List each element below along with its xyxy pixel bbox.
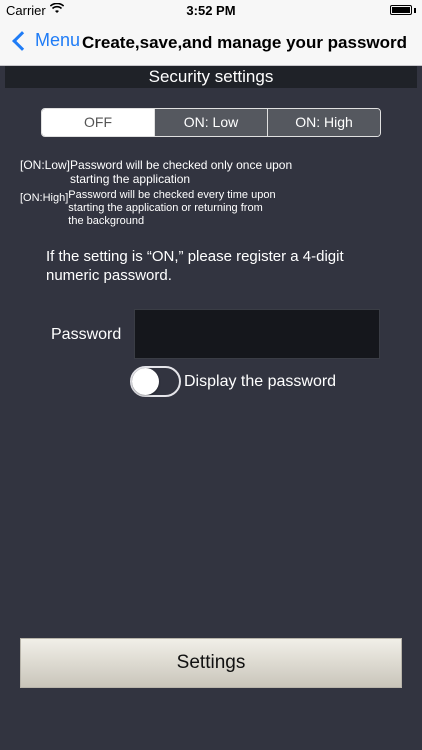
description-low-tag: [ON:Low] (20, 158, 71, 172)
description-low-text: Password will be checked only once upon … (70, 158, 292, 186)
description-on-low: [ON:Low] Password will be checked only o… (20, 158, 292, 186)
description-high-line1: Password will be checked every time upon (68, 189, 276, 201)
segment-on-high[interactable]: ON: High (267, 109, 380, 136)
chevron-left-icon (12, 30, 32, 51)
password-label: Password (51, 326, 122, 343)
settings-button[interactable]: Settings (20, 638, 402, 688)
description-low-line1: Password will be checked only once upon (70, 158, 293, 172)
segment-off[interactable]: OFF (42, 109, 154, 136)
display-password-toggle[interactable] (130, 366, 181, 397)
description-low-line2: starting the application (70, 172, 191, 186)
back-button[interactable]: Menu (10, 30, 80, 51)
password-input[interactable] (134, 309, 380, 359)
back-button-label: Menu (35, 30, 81, 50)
description-high-line3: the background (68, 215, 145, 227)
info-text: If the setting is “ON,” please register … (46, 248, 344, 284)
description-high-text: Password will be checked every time upon… (68, 189, 275, 228)
section-header: Security settings (5, 66, 417, 88)
status-bar: Carrier 3:52 PM (0, 0, 422, 22)
battery-icon (390, 5, 412, 15)
navigation-bar: Menu Create,save,and manage your passwor… (0, 22, 422, 66)
page-title: Create,save,and manage your password (82, 33, 408, 52)
security-level-segmented-control: OFF ON: Low ON: High (41, 108, 381, 137)
description-on-high: [ON:High] Password will be checked every… (20, 189, 276, 228)
segment-on-low[interactable]: ON: Low (154, 109, 267, 136)
display-password-label: Display the password (184, 373, 337, 390)
toggle-knob (132, 368, 159, 395)
description-high-tag: [ON:High] (20, 192, 69, 204)
description-high-line2: starting the application or returning fr… (68, 202, 263, 214)
battery-cap (414, 8, 416, 13)
status-time: 3:52 PM (186, 3, 236, 18)
